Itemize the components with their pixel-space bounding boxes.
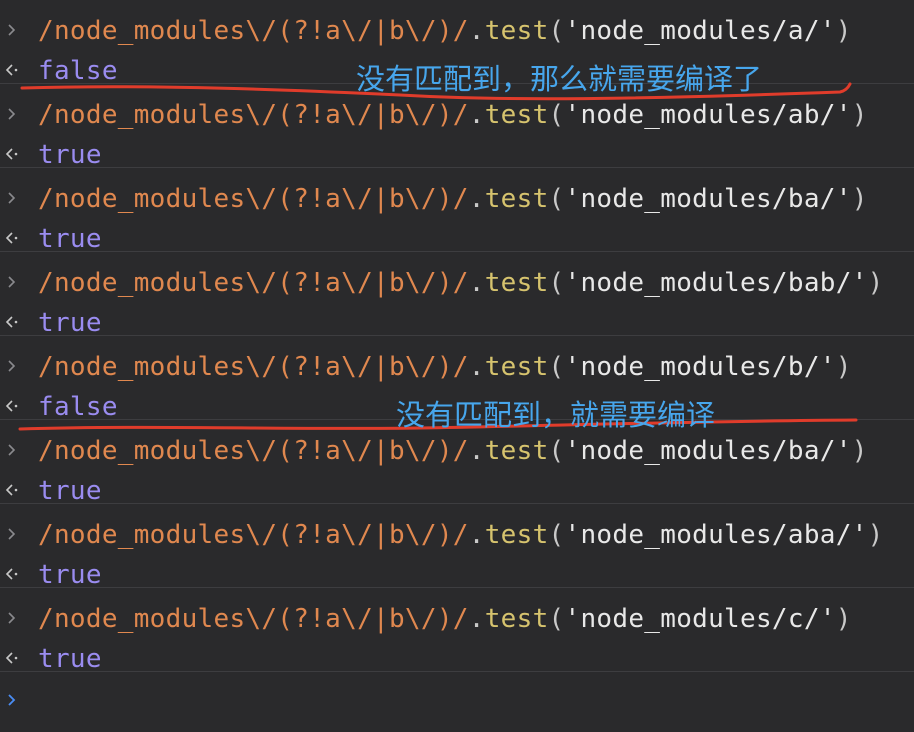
close-paren: ) <box>851 100 868 130</box>
annotation-note: 没有匹配到，那么就需要编译了 <box>356 62 763 96</box>
input-line[interactable]: /node_modules\/(?!a\/|b\/)/.test('node_m… <box>0 430 914 472</box>
open-paren: ( <box>548 268 565 298</box>
chevron-right-icon <box>8 108 16 120</box>
dot: . <box>468 436 485 466</box>
close-paren: ) <box>851 184 868 214</box>
result-value: true <box>38 644 102 674</box>
method-name: test <box>484 604 549 634</box>
string-argument: 'node_modules/ba/' <box>564 436 852 466</box>
regex-literal: /node_modules\/(?!a\/|b\/)/ <box>38 184 469 214</box>
close-paren: ) <box>867 268 884 298</box>
regex-literal: /node_modules\/(?!a\/|b\/)/ <box>38 352 469 382</box>
code-expression: /node_modules\/(?!a\/|b\/)/.test('node_m… <box>38 94 868 136</box>
regex-literal: /node_modules\/(?!a\/|b\/)/ <box>38 268 469 298</box>
console-entry: /node_modules\/(?!a\/|b\/)/.test('node_m… <box>0 504 914 590</box>
string-argument: 'node_modules/c/' <box>564 604 836 634</box>
open-paren: ( <box>548 184 565 214</box>
console-prompt[interactable] <box>0 682 914 732</box>
prompt-chevron-icon <box>8 694 16 706</box>
return-arrow-icon <box>5 316 18 328</box>
input-line[interactable]: /node_modules\/(?!a\/|b\/)/.test('node_m… <box>0 94 914 136</box>
return-arrow-icon <box>5 484 18 496</box>
string-argument: 'node_modules/a/' <box>564 16 836 46</box>
method-name: test <box>484 352 549 382</box>
chevron-right-icon <box>8 528 16 540</box>
annotation-note: 没有匹配到，就需要编译 <box>396 398 716 432</box>
regex-literal: /node_modules\/(?!a\/|b\/)/ <box>38 436 469 466</box>
method-name: test <box>484 268 549 298</box>
code-expression: /node_modules\/(?!a\/|b\/)/.test('node_m… <box>38 10 852 52</box>
regex-literal: /node_modules\/(?!a\/|b\/)/ <box>38 100 469 130</box>
close-paren: ) <box>835 16 852 46</box>
open-paren: ( <box>548 100 565 130</box>
dot: . <box>468 184 485 214</box>
method-name: test <box>484 184 549 214</box>
return-arrow-icon <box>5 148 18 160</box>
dot: . <box>468 520 485 550</box>
close-paren: ) <box>835 352 852 382</box>
return-arrow-icon <box>5 232 18 244</box>
chevron-right-icon <box>8 192 16 204</box>
code-expression: /node_modules\/(?!a\/|b\/)/.test('node_m… <box>38 430 868 472</box>
code-expression: /node_modules\/(?!a\/|b\/)/.test('node_m… <box>38 514 884 556</box>
return-arrow-icon <box>5 64 18 76</box>
method-name: test <box>484 520 549 550</box>
output-line: true <box>0 638 914 680</box>
dot: . <box>468 604 485 634</box>
code-expression: /node_modules\/(?!a\/|b\/)/.test('node_m… <box>38 178 868 220</box>
chevron-right-icon <box>8 24 16 36</box>
devtools-console: /node_modules\/(?!a\/|b\/)/.test('node_m… <box>0 0 914 732</box>
chevron-right-icon <box>8 444 16 456</box>
string-argument: 'node_modules/aba/' <box>564 520 868 550</box>
code-expression: /node_modules\/(?!a\/|b\/)/.test('node_m… <box>38 346 852 388</box>
close-paren: ) <box>867 520 884 550</box>
open-paren: ( <box>548 436 565 466</box>
string-argument: 'node_modules/b/' <box>564 352 836 382</box>
regex-literal: /node_modules\/(?!a\/|b\/)/ <box>38 520 469 550</box>
close-paren: ) <box>851 436 868 466</box>
input-line[interactable]: /node_modules\/(?!a\/|b\/)/.test('node_m… <box>0 598 914 640</box>
console-entry: /node_modules\/(?!a\/|b\/)/.test('node_m… <box>0 252 914 338</box>
input-line[interactable]: /node_modules\/(?!a\/|b\/)/.test('node_m… <box>0 10 914 52</box>
chevron-right-icon <box>8 360 16 372</box>
method-name: test <box>484 436 549 466</box>
input-line[interactable]: /node_modules\/(?!a\/|b\/)/.test('node_m… <box>0 346 914 388</box>
open-paren: ( <box>548 520 565 550</box>
string-argument: 'node_modules/ab/' <box>564 100 852 130</box>
input-line[interactable]: /node_modules\/(?!a\/|b\/)/.test('node_m… <box>0 514 914 556</box>
chevron-right-icon <box>8 276 16 288</box>
return-arrow-icon <box>5 400 18 412</box>
dot: . <box>468 352 485 382</box>
open-paren: ( <box>548 352 565 382</box>
return-arrow-icon <box>5 568 18 580</box>
string-argument: 'node_modules/bab/' <box>564 268 868 298</box>
close-paren: ) <box>835 604 852 634</box>
dot: . <box>468 16 485 46</box>
input-line[interactable]: /node_modules\/(?!a\/|b\/)/.test('node_m… <box>0 178 914 220</box>
return-arrow-icon <box>5 652 18 664</box>
chevron-right-icon <box>8 612 16 624</box>
code-expression: /node_modules\/(?!a\/|b\/)/.test('node_m… <box>38 598 852 640</box>
string-argument: 'node_modules/ba/' <box>564 184 852 214</box>
regex-literal: /node_modules\/(?!a\/|b\/)/ <box>38 16 469 46</box>
code-expression: /node_modules\/(?!a\/|b\/)/.test('node_m… <box>38 262 884 304</box>
console-entry: /node_modules\/(?!a\/|b\/)/.test('node_m… <box>0 168 914 254</box>
dot: . <box>468 100 485 130</box>
method-name: test <box>484 16 549 46</box>
method-name: test <box>484 100 549 130</box>
open-paren: ( <box>548 604 565 634</box>
dot: . <box>468 268 485 298</box>
console-entry: /node_modules\/(?!a\/|b\/)/.test('node_m… <box>0 588 914 674</box>
input-line[interactable]: /node_modules\/(?!a\/|b\/)/.test('node_m… <box>0 262 914 304</box>
open-paren: ( <box>548 16 565 46</box>
regex-literal: /node_modules\/(?!a\/|b\/)/ <box>38 604 469 634</box>
